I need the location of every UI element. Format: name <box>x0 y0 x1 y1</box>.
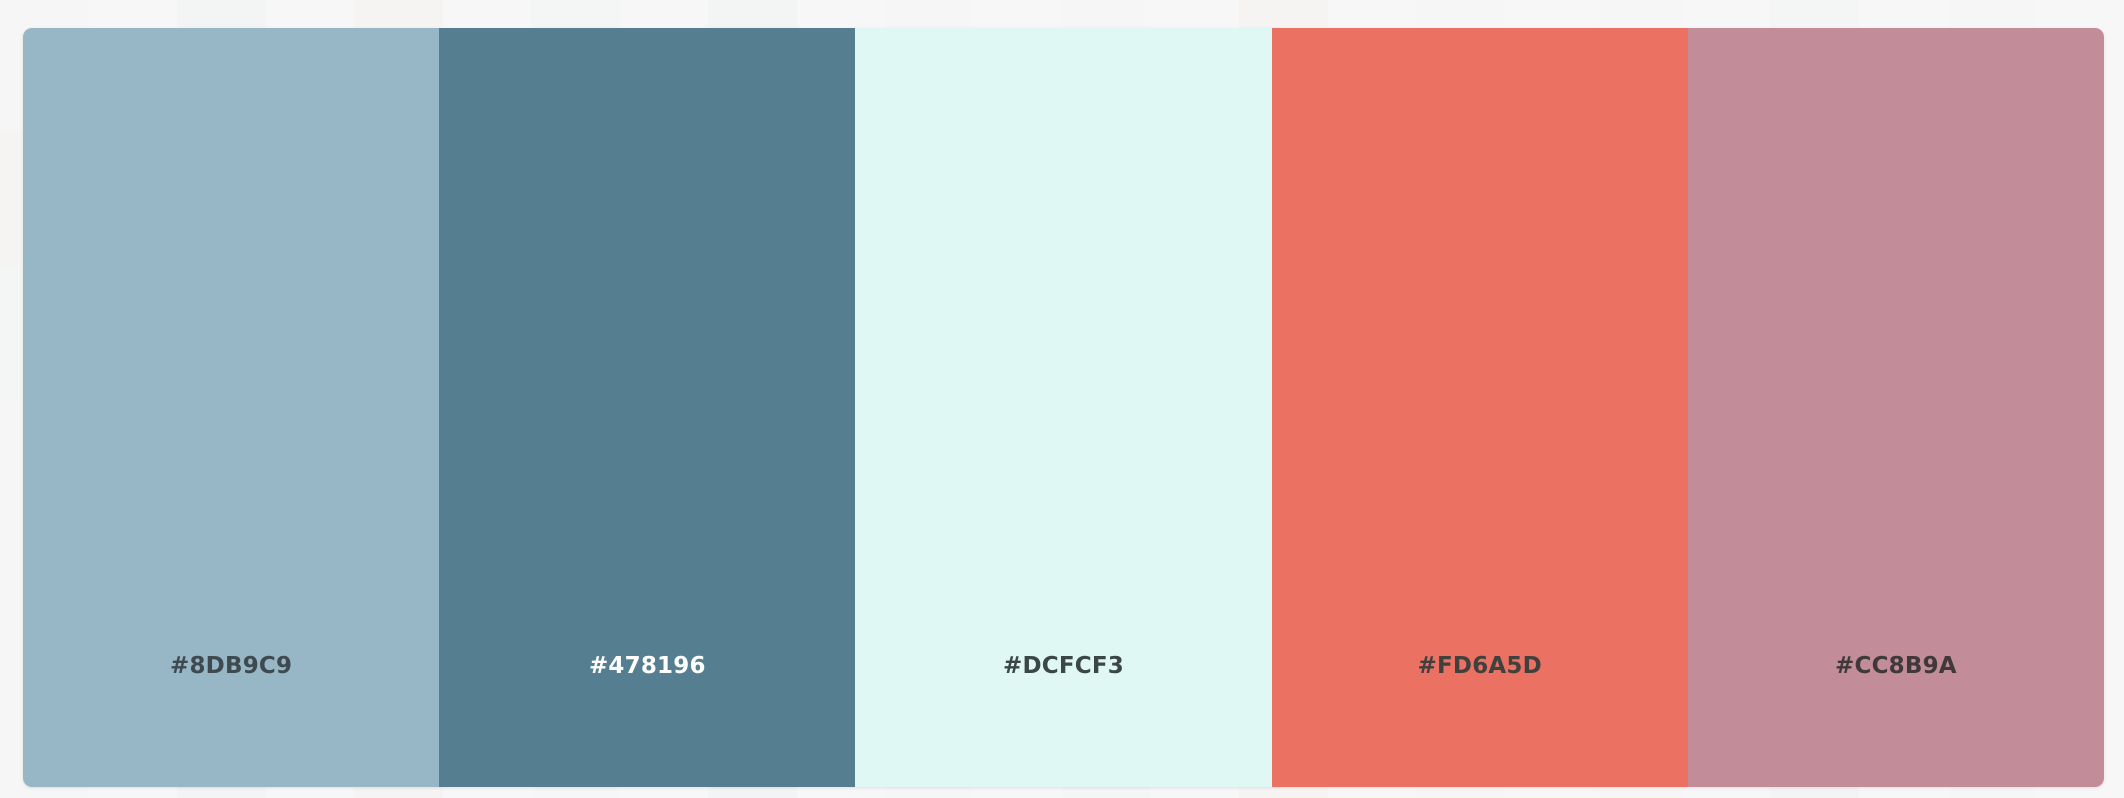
color-palette: #8DB9C9 #478196 #DCFCF3 #FD6A5D #CC8B9A <box>23 28 2104 787</box>
swatch-hex-label[interactable]: #478196 <box>439 653 855 679</box>
color-swatch-5[interactable]: #CC8B9A <box>1687 28 2104 787</box>
color-swatch-2[interactable]: #478196 <box>439 28 856 787</box>
swatch-hex-label[interactable]: #8DB9C9 <box>23 653 439 679</box>
swatch-hex-label[interactable]: #FD6A5D <box>1272 653 1688 679</box>
color-swatch-3[interactable]: #DCFCF3 <box>855 28 1272 787</box>
swatch-hex-label[interactable]: #DCFCF3 <box>855 653 1271 679</box>
color-swatch-1[interactable]: #8DB9C9 <box>23 28 440 787</box>
swatch-hex-label[interactable]: #CC8B9A <box>1688 653 2104 679</box>
color-swatch-4[interactable]: #FD6A5D <box>1271 28 1688 787</box>
